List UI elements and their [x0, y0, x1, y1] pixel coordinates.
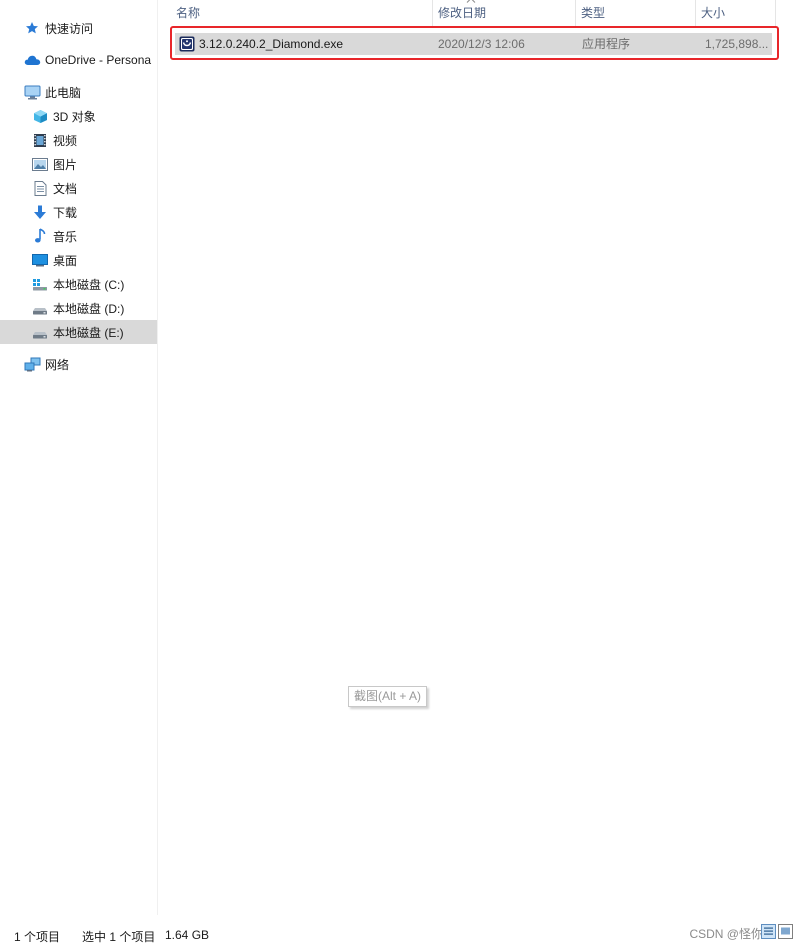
nav-label: 快速访问: [45, 21, 94, 36]
nav-label: 音乐: [53, 229, 78, 244]
details-view-button[interactable]: [761, 924, 776, 939]
nav-network[interactable]: 网络: [0, 352, 157, 376]
nav-onedrive[interactable]: OneDrive - Persona: [0, 48, 157, 72]
nav-label: 本地磁盘 (D:): [53, 301, 125, 316]
nav-label: 3D 对象: [53, 109, 96, 124]
nav-drive-c[interactable]: 本地磁盘 (C:): [0, 272, 157, 296]
nav-label: 桌面: [53, 253, 78, 268]
documents-icon: [31, 179, 49, 197]
nav-videos[interactable]: 视频: [0, 128, 157, 152]
nav-this-pc[interactable]: 此电脑: [0, 80, 157, 104]
nav-label: 本地磁盘 (E:): [53, 325, 124, 340]
column-header-name[interactable]: 名称: [170, 0, 432, 26]
status-selected-count: 选中 1 个项目: [82, 930, 156, 944]
status-item-count: 1 个项目: [14, 930, 61, 944]
nav-pictures[interactable]: 图片: [0, 152, 157, 176]
column-header-size[interactable]: 大小: [695, 0, 775, 26]
large-icons-view-icon: [781, 927, 790, 935]
pictures-icon: [31, 155, 49, 173]
watermark: CSDN @怪你: [689, 927, 763, 941]
column-header-date[interactable]: 修改日期: [432, 0, 575, 26]
file-name: 3.12.0.240.2_Diamond.exe: [199, 37, 344, 51]
drive-d-icon: [31, 299, 49, 317]
music-icon: [31, 227, 49, 245]
nav-label: 视频: [53, 133, 78, 148]
navigation-pane: 快速访问 OneDrive - Persona 此电脑 3D 对象 视频 图片: [0, 0, 157, 915]
column-headers: 名称 修改日期 类型 大小: [170, 0, 776, 26]
nav-label: 本地磁盘 (C:): [53, 277, 125, 292]
videos-icon: [31, 131, 49, 149]
drive-c-icon: [31, 275, 49, 293]
nav-quick-access[interactable]: 快速访问: [0, 16, 157, 40]
file-size: 1,725,898...: [705, 37, 769, 51]
star-icon: [23, 19, 41, 37]
file-name-cell: 3.12.0.240.2_Diamond.exe: [179, 33, 343, 55]
downloads-icon: [31, 203, 49, 221]
screenshot-tooltip: 截图(Alt + A): [348, 686, 428, 707]
nav-label: 网络: [45, 357, 70, 372]
column-divider[interactable]: [775, 0, 776, 26]
nav-documents[interactable]: 文档: [0, 176, 157, 200]
column-header-type[interactable]: 类型: [575, 0, 695, 26]
nav-music[interactable]: 音乐: [0, 224, 157, 248]
desktop-icon: [31, 251, 49, 269]
file-type: 应用程序: [582, 37, 631, 51]
app-icon: [179, 36, 195, 52]
drive-e-icon: [31, 323, 49, 341]
nav-label: 下载: [53, 205, 78, 220]
file-date: 2020/12/3 12:06: [438, 37, 525, 51]
3d-objects-icon: [31, 107, 49, 125]
nav-label: 此电脑: [45, 85, 82, 100]
large-icons-view-button[interactable]: [778, 924, 793, 939]
nav-label: 图片: [53, 157, 78, 172]
cloud-icon: [23, 51, 41, 69]
status-selected-size: 1.64 GB: [165, 928, 210, 942]
nav-downloads[interactable]: 下载: [0, 200, 157, 224]
network-icon: [23, 355, 41, 373]
computer-icon: [23, 83, 41, 101]
nav-3d-objects[interactable]: 3D 对象: [0, 104, 157, 128]
file-row[interactable]: 3.12.0.240.2_Diamond.exe 2020/12/3 12:06…: [175, 33, 772, 55]
pane-divider[interactable]: [157, 0, 158, 915]
status-bar: 1 个项目 选中 1 个项目 1.64 GB CSDN @怪你: [0, 915, 801, 947]
nav-desktop[interactable]: 桌面: [0, 248, 157, 272]
details-view-icon: [764, 927, 773, 935]
nav-label: OneDrive - Persona: [45, 53, 152, 67]
nav-drive-d[interactable]: 本地磁盘 (D:): [0, 296, 157, 320]
nav-drive-e[interactable]: 本地磁盘 (E:): [0, 320, 157, 344]
nav-label: 文档: [53, 181, 78, 196]
